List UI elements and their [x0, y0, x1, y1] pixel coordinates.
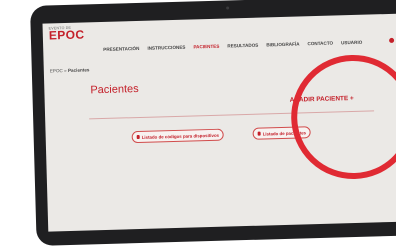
breadcrumb-home[interactable]: EPOC: [50, 68, 63, 73]
webcam: [226, 6, 230, 10]
laptop-frame: EVENTO DE EPOC PRESENTACIÓN INSTRUCCIONE…: [30, 0, 396, 246]
laptop-screen: EVENTO DE EPOC PRESENTACIÓN INSTRUCCIONE…: [42, 13, 396, 232]
highlight-circle: [289, 53, 396, 181]
nav-item-resultados[interactable]: RESULTADOS: [227, 43, 258, 49]
device-codes-list-label: Listado de códigos para dispositivos: [141, 132, 220, 140]
main-nav: PRESENTACIÓN INSTRUCCIONES PACIENTES RES…: [103, 40, 362, 52]
pdf-icon: [257, 131, 261, 136]
page-title: Pacientes: [90, 83, 139, 97]
epoc-logo[interactable]: EVENTO DE EPOC: [48, 25, 85, 43]
nav-item-usuario[interactable]: USUARIO: [341, 40, 362, 46]
user-icon[interactable]: [389, 37, 395, 43]
nav-item-contacto[interactable]: CONTACTO: [307, 41, 333, 47]
nav-item-bibliografia[interactable]: BIBLIOGRAFÍA: [266, 41, 299, 47]
nav-item-instrucciones[interactable]: INSTRUCCIONES: [147, 45, 185, 51]
logo-main-text: EPOC: [48, 27, 85, 43]
pdf-icon: [136, 134, 140, 140]
nav-item-presentacion[interactable]: PRESENTACIÓN: [103, 46, 139, 52]
nav-item-pacientes[interactable]: PACIENTES: [193, 44, 219, 50]
device-codes-list-button[interactable]: Listado de códigos para dispositivos: [131, 128, 225, 144]
breadcrumb-current: Pacientes: [67, 67, 90, 73]
breadcrumb: EPOC » Pacientes: [50, 67, 90, 73]
